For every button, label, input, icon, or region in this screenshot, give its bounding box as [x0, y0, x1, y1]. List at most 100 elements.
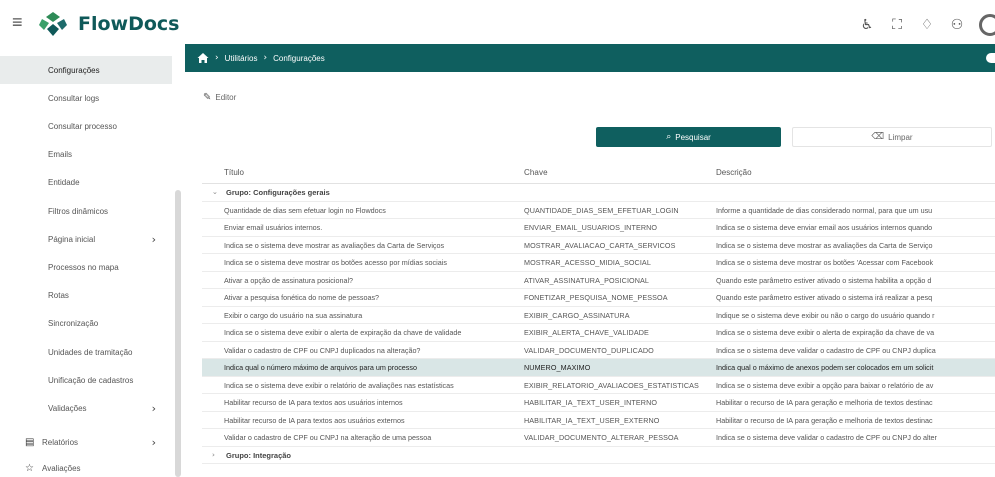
chevron-down-icon[interactable]: ⌄: [212, 188, 218, 196]
cell-descricao: Informe a quantidade de dias considerado…: [716, 205, 933, 215]
cell-descricao: Indica se o sistema deve mostrar as aval…: [716, 240, 933, 250]
help-icon[interactable]: [986, 53, 995, 63]
search-button-label: Pesquisar: [675, 132, 711, 142]
cell-chave: QUANTIDADE_DIAS_SEM_EFETUAR_LOGIN: [524, 205, 679, 215]
cell-descricao: Indica se o sistema deve exibir o alerta…: [716, 328, 935, 337]
sidebar-section[interactable]: ☆ Avaliações: [0, 455, 172, 477]
sidebar-item[interactable]: Sincronização: [0, 310, 172, 338]
table-row[interactable]: Habilitar recurso de IA para textos aos …: [202, 394, 995, 412]
cell-chave: HABILITAR_IA_TEXT_USER_EXTERNO: [524, 415, 660, 425]
cell-chave: FONETIZAR_PESQUISA_NOME_PESSOA: [524, 293, 668, 302]
cell-titulo: Exibir o cargo do usuário na sua assinat…: [224, 310, 363, 320]
chevron-right-icon[interactable]: ›: [212, 451, 215, 459]
sidebar-item[interactable]: Validações ›: [0, 394, 172, 422]
clear-button[interactable]: ⌫ Limpar: [792, 127, 992, 147]
menu-icon[interactable]: ≡: [12, 13, 23, 31]
cell-titulo: Quantidade de dias sem efetuar login no …: [224, 205, 386, 215]
table-row[interactable]: Exibir o cargo do usuário na sua assinat…: [202, 307, 995, 324]
eraser-icon: ⌫: [871, 132, 885, 142]
clear-button-label: Limpar: [888, 132, 913, 142]
sidebar-item-label: Validações: [48, 403, 87, 413]
sidebar-item[interactable]: Entidade: [0, 169, 172, 197]
home-icon[interactable]: [197, 52, 209, 64]
sidebar-item[interactable]: Rotas: [0, 282, 172, 310]
cell-descricao: Indique se o sistema deve exibir ou não …: [716, 310, 935, 320]
sidebar-item-label: Entidade: [48, 178, 80, 188]
sidebar-item-label: Emails: [48, 150, 73, 160]
search-button[interactable]: ⌕ Pesquisar: [596, 127, 781, 147]
sidebar-item[interactable]: Unificação de cadastros: [0, 366, 172, 394]
table-row[interactable]: Indica qual o número máximo de arquivos …: [202, 359, 995, 377]
cell-chave: MOSTRAR_ACESSO_MIDIA_SOCIAL: [524, 258, 651, 267]
cell-descricao: Quando este parâmetro estiver ativado o …: [716, 293, 933, 302]
report-icon: ▤: [25, 437, 35, 449]
sidebar-item[interactable]: Unidades de tramitação: [0, 338, 172, 366]
sidebar-item-label: Página inicial: [48, 234, 96, 244]
sidebar-item-label: Consultar processo: [48, 121, 117, 131]
sidebar-item[interactable]: Página inicial ›: [0, 225, 172, 253]
table-row[interactable]: Validar o cadastro de CPF ou CNPJ duplic…: [202, 342, 995, 359]
breadcrumb-item-utilitarios[interactable]: Utilitários: [225, 54, 258, 63]
bell-icon[interactable]: ♢: [917, 15, 937, 35]
cell-chave: VALIDAR_DOCUMENTO_DUPLICADO: [524, 345, 654, 355]
breadcrumb-separator-icon: ›: [263, 53, 268, 63]
chevron-right-icon: ›: [151, 401, 156, 415]
sidebar-item[interactable]: Processos no mapa: [0, 253, 172, 281]
editor-label: Editor: [215, 93, 237, 102]
table-group-row[interactable]: ⌄ Grupo: Configurações gerais: [202, 184, 995, 202]
sidebar: Configurações Consultar logs Consultar pro…: [0, 48, 185, 477]
users-icon[interactable]: ⚇: [947, 15, 967, 35]
table-group-row[interactable]: › Grupo: Integração: [202, 447, 995, 464]
table-row[interactable]: Indica se o sistema deve mostrar os botõ…: [202, 254, 995, 272]
column-header-descricao[interactable]: Descrição: [716, 168, 995, 177]
sidebar-item[interactable]: Configurações: [0, 56, 172, 84]
chevron-right-icon: ›: [151, 436, 156, 450]
top-header: ≡ FlowDocs ♿ ⛶ ♢ ⚇: [0, 0, 995, 48]
column-header-titulo[interactable]: Título: [224, 168, 520, 177]
sidebar-item-label: Processos no mapa: [48, 262, 119, 272]
sidebar-item-label: Consultar logs: [48, 93, 100, 103]
cell-descricao: Habilitar o recurso de IA para geração e…: [716, 415, 933, 425]
table-row[interactable]: Validar o cadastro de CPF ou CNPJ na alt…: [202, 429, 995, 447]
table-body: ⌄ Grupo: Configurações gerais Quantidade d…: [202, 184, 995, 464]
cell-titulo: Ativar a opção de assinatura posicional?: [224, 275, 354, 285]
table-row[interactable]: Ativar a opção de assinatura posicional?…: [202, 272, 995, 289]
search-icon: ⌕: [666, 132, 672, 142]
table-row[interactable]: Quantidade de dias sem efetuar login no …: [202, 202, 995, 219]
table-row[interactable]: Indica se o sistema deve mostrar as aval…: [202, 237, 995, 254]
column-header-chave[interactable]: Chave: [524, 168, 714, 177]
table-row[interactable]: Indica se o sistema deve exibir o alerta…: [202, 324, 995, 342]
cell-chave: MOSTRAR_AVALIACAO_CARTA_SERVICOS: [524, 240, 676, 250]
accessibility-icon[interactable]: ♿: [857, 15, 877, 35]
editor-button[interactable]: ✎ Editor: [203, 92, 236, 103]
edit-icon: ✎: [203, 92, 212, 103]
sidebar-item-label: Configurações: [48, 65, 100, 75]
table-row[interactable]: Ativar a pesquisa fonética do nome de pe…: [202, 289, 995, 307]
expand-icon[interactable]: ⛶: [887, 15, 907, 35]
cell-descricao: Indica se o sistema deve validar o cadas…: [716, 433, 937, 442]
sidebar-item[interactable]: Emails: [0, 141, 172, 169]
sidebar-section[interactable]: ▤ Relatórios ›: [0, 429, 172, 457]
flowdocs-logo-icon: [39, 12, 67, 36]
cell-titulo: Indica se o sistema deve exibir o relató…: [224, 380, 454, 390]
cell-titulo: Validar o cadastro de CPF ou CNPJ duplic…: [224, 345, 421, 355]
cell-chave: ENVIAR_EMAIL_USUARIOS_INTERNO: [524, 223, 658, 232]
table-row[interactable]: Habilitar recurso de IA para textos aos …: [202, 412, 995, 429]
cell-titulo: Habilitar recurso de IA para textos aos …: [224, 398, 403, 407]
table-row[interactable]: Indica se o sistema deve exibir o relató…: [202, 377, 995, 394]
table-header: Título Chave Descrição: [202, 160, 995, 184]
cell-titulo: Ativar a pesquisa fonética do nome de pe…: [224, 293, 380, 302]
sidebar-item[interactable]: Filtros dinâmicos: [0, 197, 172, 225]
avatar[interactable]: [979, 14, 995, 36]
cell-titulo: Indica se o sistema deve exibir o alerta…: [224, 328, 462, 337]
sidebar-item-label: Filtros dinâmicos: [48, 206, 109, 216]
cell-titulo: Habilitar recurso de IA para textos aos …: [224, 415, 405, 425]
table-row[interactable]: Enviar email usuários internos. ENVIAR_EM…: [202, 219, 995, 237]
sidebar-item[interactable]: Consultar processo: [0, 112, 172, 140]
config-table: Título Chave Descrição ⌄ Grupo: Configura…: [202, 160, 995, 464]
sidebar-item[interactable]: Consultar logs: [0, 84, 172, 112]
sidebar-item-label: Unificação de cadastros: [48, 375, 134, 385]
cell-descricao: Indica se o sistema deve exibir a opção …: [716, 380, 934, 390]
cell-chave: EXIBIR_RELATORIO_AVALIACOES_ESTATISTICAS: [524, 380, 699, 390]
sidebar-scrollbar[interactable]: [175, 190, 181, 477]
